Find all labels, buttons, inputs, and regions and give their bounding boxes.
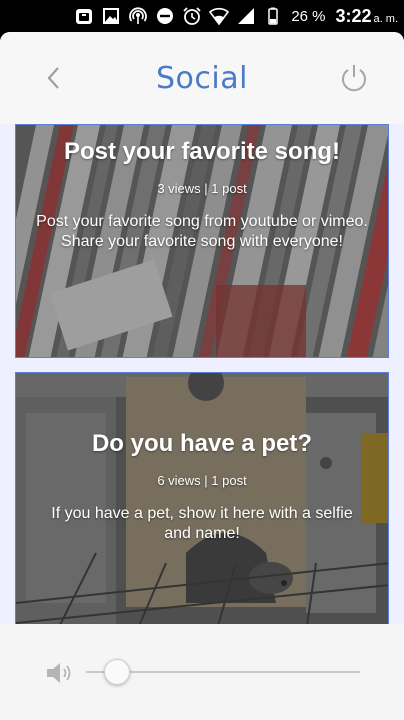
signal-icon [236, 6, 256, 26]
app-window: Social Post your favorite song! 3 views … [0, 32, 404, 720]
player-bar [0, 624, 404, 720]
volume-slider-thumb[interactable] [104, 659, 131, 685]
do-not-disturb-icon [155, 6, 175, 26]
battery-percent: 26 % [291, 7, 326, 25]
power-icon [342, 65, 366, 92]
power-button[interactable] [336, 60, 372, 96]
clock: 3:22 a. m. [336, 6, 398, 27]
status-bar: 26 % 3:22 a. m. [0, 0, 404, 32]
hotspot-icon [128, 6, 148, 26]
wifi-icon [209, 6, 230, 26]
page-title: Social [156, 60, 248, 96]
card-title: Post your favorite song! [63, 138, 341, 165]
card-content: Post your favorite song! 3 views | 1 pos… [16, 125, 388, 252]
clock-time: 3:22 [335, 5, 372, 26]
card-meta: 6 views | 1 post [157, 473, 247, 488]
back-button[interactable] [38, 60, 68, 96]
card-description: Post your favorite song from youtube or … [36, 213, 368, 250]
clock-ampm: a. m. [373, 12, 398, 25]
alarm-icon [182, 6, 202, 26]
volume-slider[interactable] [86, 659, 360, 685]
briefcase-icon [74, 6, 94, 26]
post-card[interactable]: Post your favorite song! 3 views | 1 pos… [15, 124, 389, 358]
post-feed[interactable]: Post your favorite song! 3 views | 1 pos… [0, 124, 404, 624]
card-description: If you have a pet, show it here with a s… [51, 505, 353, 542]
image-icon [101, 6, 121, 26]
card-content: Do you have a pet? 6 views | 1 post If y… [16, 373, 388, 544]
card-title: Do you have a pet? [91, 430, 313, 457]
app-header: Social [0, 32, 404, 124]
chevron-left-icon [47, 67, 59, 89]
post-card[interactable]: Do you have a pet? 6 views | 1 post If y… [15, 372, 389, 624]
card-meta: 3 views | 1 post [157, 181, 247, 196]
status-icons [74, 6, 283, 26]
volume-icon[interactable] [44, 658, 74, 688]
battery-icon [263, 6, 283, 26]
